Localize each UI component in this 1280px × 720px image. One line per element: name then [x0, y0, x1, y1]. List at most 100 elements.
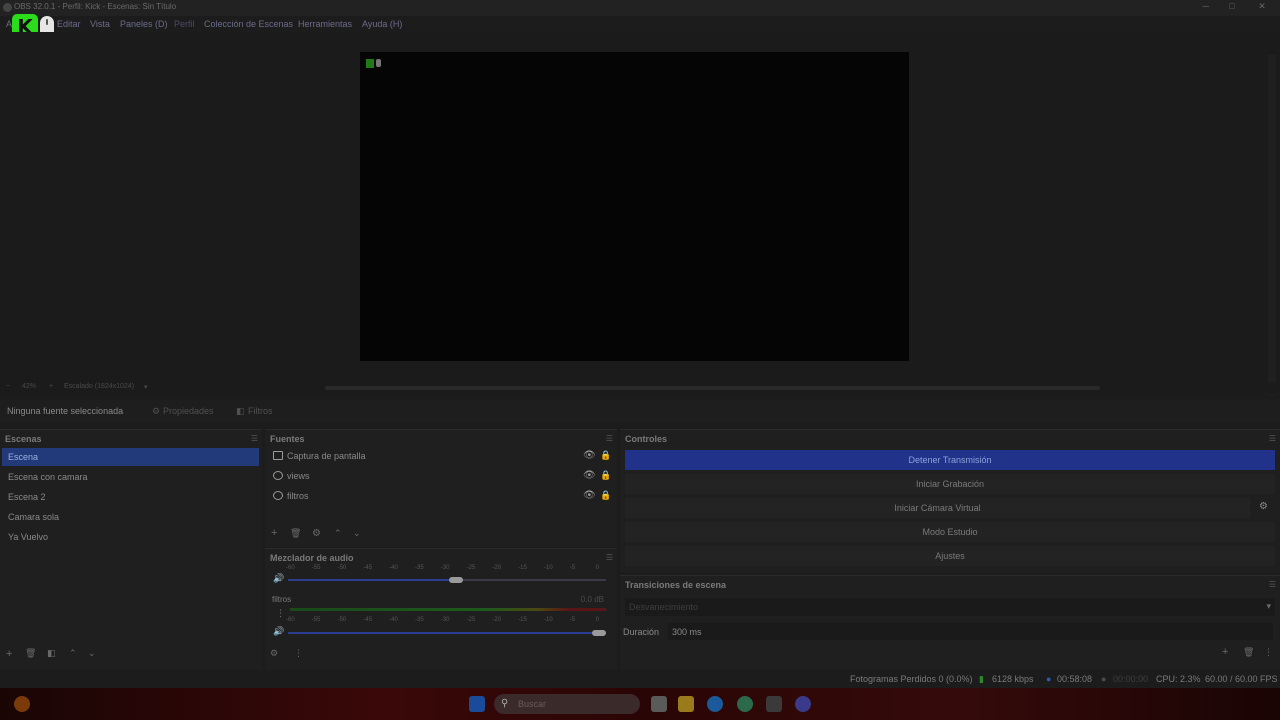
- weather-icon[interactable]: [14, 696, 30, 712]
- meter-tick-label: -50: [337, 617, 347, 623]
- meter-tick-label: 0: [595, 617, 599, 623]
- stop-stream-button[interactable]: Detener Transmisión: [625, 450, 1275, 470]
- chevron-down-icon[interactable]: ▾: [144, 383, 148, 391]
- gear-icon[interactable]: ⚙: [1259, 501, 1268, 512]
- mixer-settings-icon[interactable]: ⚙: [270, 648, 278, 659]
- folder-icon[interactable]: [678, 696, 694, 712]
- mixer-track: -60 -55 -50 -45 -40 -35 -30 -25 -20 -15 -10 -5 0 🔊: [270, 565, 610, 589]
- controls-title: Controles: [625, 434, 668, 444]
- properties-button[interactable]: Propiedades: [163, 406, 214, 416]
- volume-knob[interactable]: [448, 577, 463, 583]
- taskbar-search[interactable]: ⚲ Buscar: [494, 694, 640, 714]
- filters-button[interactable]: Filtros: [248, 406, 273, 416]
- chevron-up-icon[interactable]: ⌃: [334, 528, 342, 539]
- edge-icon[interactable]: [737, 696, 753, 712]
- meter-tick-label: -15: [518, 617, 527, 623]
- filter-icon[interactable]: ◧: [47, 648, 56, 659]
- scene-item[interactable]: Escena con camara: [2, 468, 259, 486]
- menu-coleccion-escenas[interactable]: Colección de Escenas: [204, 19, 293, 29]
- preview-mouse-icon: [376, 59, 381, 67]
- menu-ayuda[interactable]: Ayuda (H): [362, 19, 402, 29]
- eye-icon[interactable]: 👁: [583, 450, 596, 461]
- obs-app-icon: [3, 3, 12, 12]
- settings-button[interactable]: Ajustes: [625, 546, 1275, 566]
- kebab-menu-icon[interactable]: ⋮: [276, 608, 285, 619]
- minimize-button[interactable]: ─: [1198, 1, 1214, 11]
- signal-icon: ▮: [979, 674, 984, 684]
- eye-icon[interactable]: 👁: [583, 490, 596, 501]
- menu-vista[interactable]: Vista: [90, 19, 110, 29]
- lock-icon[interactable]: 🔒: [600, 470, 611, 481]
- monitor-icon: [273, 451, 283, 460]
- scale-mode[interactable]: Escalado (1824x1024): [64, 383, 134, 390]
- menu-paneles[interactable]: Paneles (D): [120, 19, 168, 29]
- discord-icon[interactable]: [795, 696, 811, 712]
- zoom-in-button[interactable]: +: [49, 383, 53, 390]
- trash-icon[interactable]: 🗑: [25, 648, 36, 659]
- source-context-bar: Ninguna fuente seleccionada ⚙ Propiedade…: [0, 400, 1280, 422]
- gear-icon[interactable]: ⚙: [312, 528, 321, 539]
- scene-item[interactable]: Ya Vuelvo: [2, 528, 259, 546]
- duration-input[interactable]: 300 ms: [668, 623, 1273, 640]
- close-button[interactable]: ✕: [1254, 1, 1270, 12]
- dock-menu-icon[interactable]: ☰: [606, 553, 613, 562]
- source-item[interactable]: filtros 👁 🔒: [270, 488, 615, 506]
- chevron-up-icon[interactable]: ⌃: [69, 648, 77, 659]
- kebab-menu-icon[interactable]: ⋮: [1264, 647, 1273, 658]
- scene-item[interactable]: Escena 2: [2, 488, 259, 506]
- trash-icon[interactable]: 🗑: [290, 528, 301, 539]
- speaker-icon[interactable]: 🔊: [273, 626, 284, 637]
- search-icon: ⚲: [501, 698, 509, 709]
- speaker-icon[interactable]: 🔊: [273, 573, 284, 584]
- preview-vertical-scrollbar[interactable]: [1268, 55, 1276, 395]
- preview-horizontal-scrollbar[interactable]: [325, 386, 1100, 390]
- eye-icon[interactable]: 👁: [583, 470, 596, 481]
- start-virtual-camera-button[interactable]: Iniciar Cámara Virtual: [625, 498, 1250, 518]
- dock-menu-icon[interactable]: ☰: [1269, 434, 1276, 443]
- lock-icon[interactable]: 🔒: [600, 490, 611, 501]
- chrome-icon[interactable]: [707, 696, 723, 712]
- menu-perfil[interactable]: Perfil: [174, 19, 195, 29]
- transition-select[interactable]: Desvanecimiento ▾: [625, 598, 1275, 616]
- studio-mode-button[interactable]: Modo Estudio: [625, 522, 1275, 542]
- mixer-title: Mezclador de audio: [270, 553, 354, 563]
- globe-icon: [273, 471, 283, 480]
- add-transition-icon[interactable]: +: [1222, 646, 1228, 658]
- preview-canvas[interactable]: [360, 52, 909, 361]
- meter-tick-label: -5: [569, 565, 576, 571]
- meter-tick-label: -45: [363, 617, 373, 623]
- dock-menu-icon[interactable]: ☰: [606, 434, 613, 443]
- source-item[interactable]: Captura de pantalla 👁 🔒: [270, 448, 615, 466]
- chevron-down-icon[interactable]: ⌄: [353, 528, 361, 539]
- dock-menu-icon[interactable]: ☰: [251, 434, 258, 443]
- dock-menu-icon[interactable]: ☰: [1269, 580, 1276, 589]
- maximize-button[interactable]: □: [1224, 1, 1240, 11]
- meter-tick-label: -30: [440, 617, 450, 623]
- chevron-down-icon[interactable]: ⌄: [88, 648, 96, 659]
- obs-icon[interactable]: [766, 696, 782, 712]
- scene-item[interactable]: Camara sola: [2, 508, 259, 526]
- windows-taskbar: ⚲ Buscar: [0, 688, 1280, 720]
- bitrate: 6128 kbps: [992, 674, 1034, 684]
- preview-area: [0, 32, 1280, 382]
- trash-icon[interactable]: 🗑: [1243, 647, 1254, 658]
- zoom-out-button[interactable]: −: [6, 383, 10, 390]
- scene-item[interactable]: Escena: [2, 448, 259, 466]
- kebab-menu-icon[interactable]: ⋮: [294, 648, 303, 659]
- add-source-icon[interactable]: +: [271, 527, 277, 539]
- dropped-frames: Fotogramas Perdidos 0 (0.0%): [850, 674, 973, 684]
- meter-tick-label: -35: [415, 617, 424, 623]
- source-item[interactable]: views 👁 🔒: [270, 468, 615, 486]
- chevron-down-icon: ▾: [1266, 601, 1271, 611]
- mixer-track: filtros 0.0 dB ⋮ -60 -55 -50 -45 -40 -35 -30 -2…: [270, 595, 610, 639]
- menu-editar[interactable]: Editar: [57, 19, 81, 29]
- meter-tick-label: -10: [544, 565, 553, 571]
- menu-herramientas[interactable]: Herramientas: [298, 19, 352, 29]
- add-scene-icon[interactable]: +: [6, 648, 12, 660]
- windows-start-icon[interactable]: [469, 696, 485, 712]
- meter-tick-label: -40: [389, 617, 398, 623]
- lock-icon[interactable]: 🔒: [600, 450, 611, 461]
- task-view-icon[interactable]: [651, 696, 667, 712]
- start-recording-button[interactable]: Iniciar Grabación: [625, 474, 1275, 494]
- volume-knob[interactable]: [592, 630, 606, 636]
